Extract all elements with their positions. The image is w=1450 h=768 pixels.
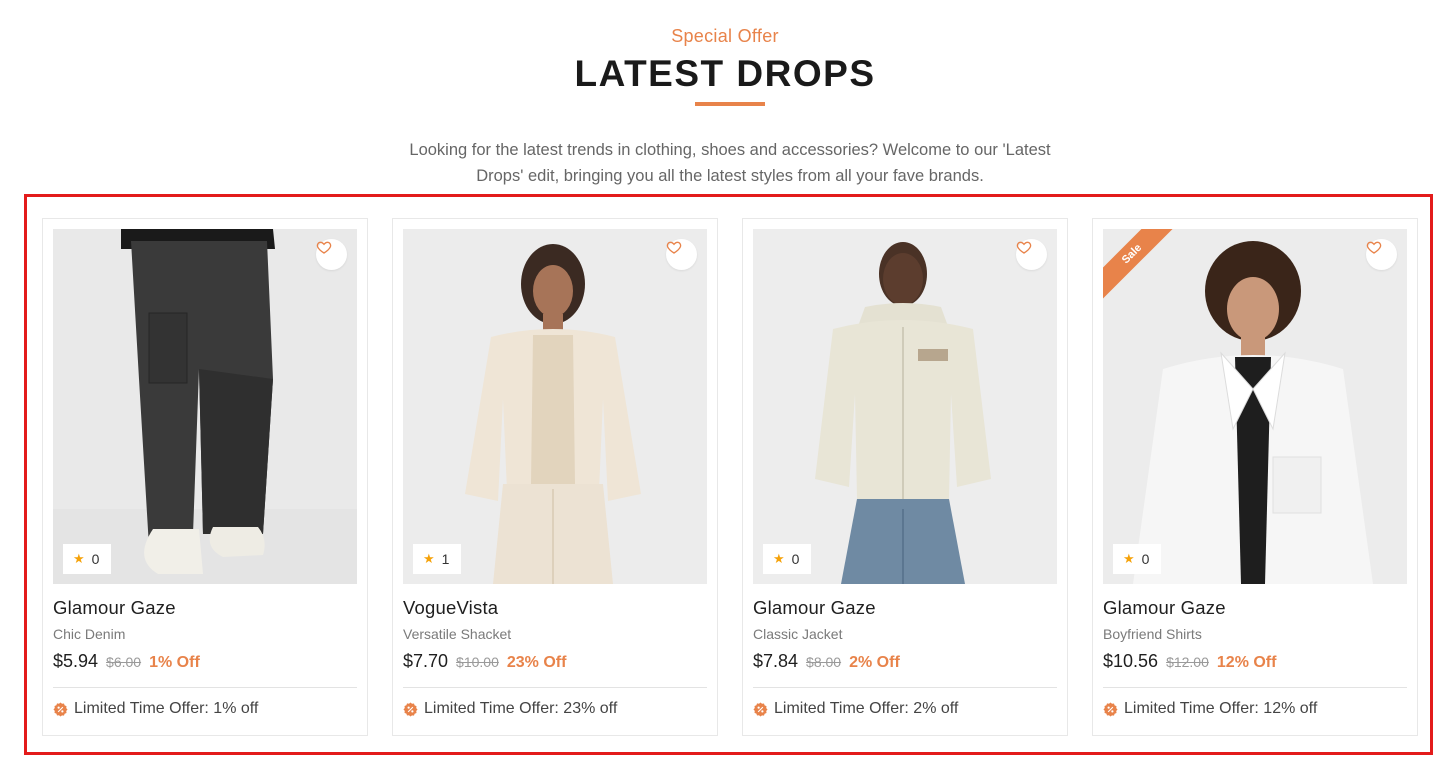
offer-text: Limited Time Offer: 12% off — [1124, 700, 1318, 717]
wishlist-button[interactable] — [1366, 239, 1397, 270]
product-price: $5.94 $6.00 1% Off — [53, 651, 200, 672]
discount-label: 12% Off — [1216, 654, 1277, 671]
product-card[interactable]: Sale ★ 0 Glamour Gaze Boyfriend Shirts $… — [1092, 218, 1418, 736]
product-price: $7.84 $8.00 2% Off — [753, 651, 900, 672]
offer-text: Limited Time Offer: 23% off — [424, 700, 618, 717]
heart-icon — [1366, 241, 1382, 254]
discount-label: 2% Off — [849, 654, 900, 671]
rating-badge: ★ 0 — [63, 544, 111, 574]
current-price: $7.70 — [403, 651, 449, 671]
current-price: $5.94 — [53, 651, 99, 671]
rating-value: 0 — [791, 551, 800, 567]
product-name[interactable]: Boyfriend Shirts — [1103, 626, 1202, 642]
product-image[interactable]: ★ 1 — [403, 229, 707, 584]
wishlist-button[interactable] — [1016, 239, 1047, 270]
sale-ribbon: Sale — [1103, 229, 1173, 299]
card-divider — [403, 687, 707, 688]
heart-icon — [1016, 241, 1032, 254]
product-brand[interactable]: Glamour Gaze — [753, 597, 876, 619]
product-brand[interactable]: Glamour Gaze — [1103, 597, 1226, 619]
original-price: $8.00 — [806, 654, 842, 670]
product-price: $10.56 $12.00 12% Off — [1103, 651, 1276, 672]
limited-offer: Limited Time Offer: 2% off — [753, 700, 958, 718]
current-price: $7.84 — [753, 651, 799, 671]
wishlist-button[interactable] — [666, 239, 697, 270]
star-icon: ★ — [423, 551, 435, 566]
offer-text: Limited Time Offer: 1% off — [74, 700, 259, 717]
rating-badge: ★ 0 — [763, 544, 811, 574]
original-price: $10.00 — [456, 654, 499, 670]
product-card[interactable]: ★ 0 Glamour Gaze Classic Jacket $7.84 $8… — [742, 218, 1068, 736]
product-brand[interactable]: VogueVista — [403, 597, 498, 619]
limited-offer: Limited Time Offer: 12% off — [1103, 700, 1317, 718]
card-divider — [1103, 687, 1407, 688]
section-title: LATEST DROPS — [574, 53, 876, 94]
star-icon: ★ — [73, 551, 85, 566]
discount-badge-icon — [53, 701, 68, 717]
product-card[interactable]: ★ 0 Glamour Gaze Chic Denim $5.94 $6.00 … — [42, 218, 368, 736]
discount-badge-icon — [753, 701, 768, 717]
section-eyebrow: Special Offer — [671, 26, 779, 46]
rating-badge: ★ 1 — [413, 544, 461, 574]
discount-label: 23% Off — [506, 654, 567, 671]
original-price: $6.00 — [106, 654, 142, 670]
product-photo-denim — [53, 229, 357, 584]
rating-value: 0 — [91, 551, 100, 567]
discount-label: 1% Off — [149, 654, 200, 671]
product-image[interactable]: ★ 0 — [753, 229, 1057, 584]
sale-label: Sale — [1103, 229, 1173, 299]
card-divider — [53, 687, 357, 688]
limited-offer: Limited Time Offer: 1% off — [53, 700, 258, 718]
product-name[interactable]: Chic Denim — [53, 626, 125, 642]
discount-badge-icon — [1103, 701, 1118, 717]
original-price: $12.00 — [1166, 654, 1209, 670]
product-price: $7.70 $10.00 23% Off — [403, 651, 566, 672]
product-image[interactable]: ★ 0 — [53, 229, 357, 584]
card-divider — [753, 687, 1057, 688]
discount-badge-icon — [403, 701, 418, 717]
star-icon: ★ — [773, 551, 785, 566]
product-image[interactable]: Sale ★ 0 — [1103, 229, 1407, 584]
current-price: $10.56 — [1103, 651, 1159, 671]
section-description: Looking for the latest trends in clothin… — [409, 141, 1051, 185]
product-name[interactable]: Classic Jacket — [753, 626, 842, 642]
product-card[interactable]: ★ 1 VogueVista Versatile Shacket $7.70 $… — [392, 218, 718, 736]
product-name[interactable]: Versatile Shacket — [403, 626, 511, 642]
rating-badge: ★ 0 — [1113, 544, 1161, 574]
wishlist-button[interactable] — [316, 239, 347, 270]
title-underline — [695, 102, 765, 106]
heart-icon — [316, 241, 332, 254]
heart-icon — [666, 241, 682, 254]
offer-text: Limited Time Offer: 2% off — [774, 700, 959, 717]
rating-value: 1 — [441, 551, 450, 567]
rating-value: 0 — [1141, 551, 1150, 567]
star-icon: ★ — [1123, 551, 1135, 566]
product-photo-shacket — [403, 229, 707, 584]
product-photo-jacket — [753, 229, 1057, 584]
product-brand[interactable]: Glamour Gaze — [53, 597, 176, 619]
limited-offer: Limited Time Offer: 23% off — [403, 700, 617, 718]
